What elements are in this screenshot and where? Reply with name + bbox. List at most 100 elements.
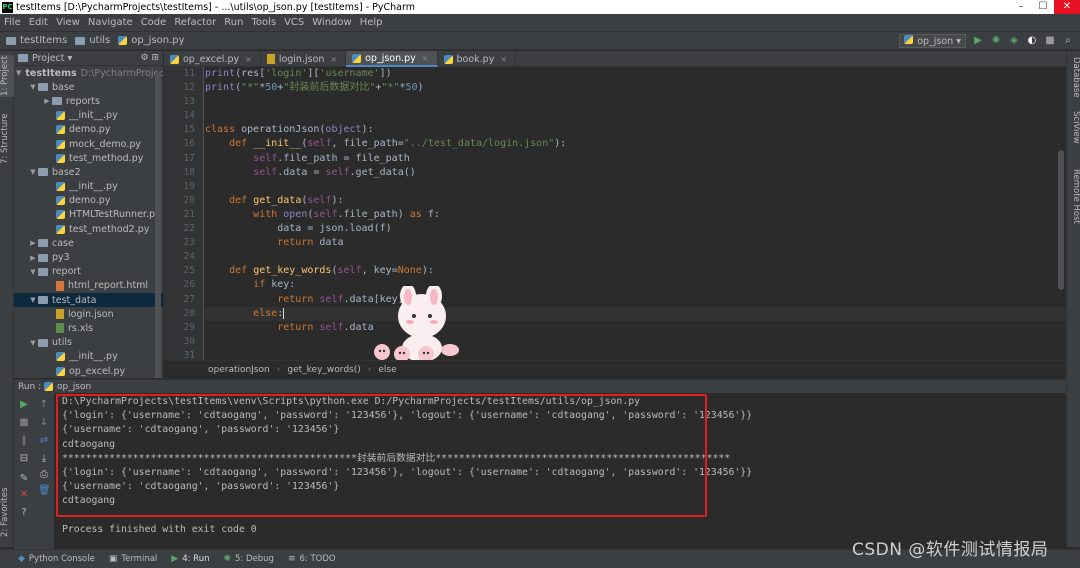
coverage-icon[interactable]: ◈ [1008,35,1020,47]
editor-tab[interactable]: book.py × [438,51,517,67]
scroll-to-end-icon[interactable]: ⤓ [38,453,50,465]
tree-item[interactable]: __init__.py [14,180,163,194]
tree-item[interactable]: login.json [14,307,163,321]
chevron-right-icon[interactable]: ▶ [28,254,38,262]
tab-favorites[interactable]: 2: Favorites [0,485,14,539]
close-icon[interactable]: ✕ [18,489,30,501]
tab-sciview[interactable]: SciView [1068,111,1080,159]
menu-file[interactable]: File [4,17,21,28]
tree-item[interactable]: op_excel.py [14,364,163,378]
tree-item[interactable]: ▼ report [14,265,163,279]
restore-layout-icon[interactable]: ⊟ [18,453,30,465]
terminal-tab[interactable]: ▣ Terminal [109,554,157,564]
close-tab-icon[interactable]: × [422,54,429,63]
debug-tab[interactable]: ✺ 5: Debug [223,554,273,564]
tab-database[interactable]: Database [1068,57,1080,103]
close-tab-icon[interactable]: × [500,55,507,64]
breadcrumb-block[interactable]: else [378,365,396,375]
tree-item[interactable]: ▼ utils [14,336,163,350]
editor-tab[interactable]: op_excel.py × [164,51,261,67]
tree-item[interactable]: ▼ test_data [14,293,163,308]
python-file-icon [56,111,65,121]
breadcrumb-method[interactable]: get_key_words() [287,365,360,375]
menu-view[interactable]: View [56,17,80,28]
run-config-select[interactable]: op_json ▾ [899,34,966,48]
chevron-right-icon[interactable]: ▶ [42,97,52,105]
code-editor[interactable]: print(res['login']['username']) print("*"… [205,67,1066,360]
maximize-button[interactable]: ☐ [1032,0,1054,14]
tree-item[interactable]: ▼ base [14,80,163,94]
search-icon[interactable]: ⌕ [1062,35,1074,47]
chevron-down-icon: ▼ [16,69,22,78]
python-console-tab[interactable]: ◆ Python Console [18,554,95,564]
menu-vcs[interactable]: VCS [284,17,304,28]
chevron-down-icon[interactable]: ▼ [28,168,38,176]
menu-refactor[interactable]: Refactor [174,17,216,28]
menu-code[interactable]: Code [141,17,167,28]
menu-edit[interactable]: Edit [29,17,48,28]
close-button[interactable]: ✕ [1054,0,1080,14]
chevron-down-icon[interactable]: ▼ [28,339,38,347]
menu-window[interactable]: Window [312,17,351,28]
editor-tab[interactable]: op_json.py × [346,51,438,67]
menu-navigate[interactable]: Navigate [88,17,133,28]
tree-item[interactable]: ▶ py3 [14,250,163,264]
tab-project[interactable]: 1: Project [0,55,14,97]
breadcrumb-file[interactable]: op_json.py [118,35,185,46]
breadcrumb-class[interactable]: operationJson [208,365,270,375]
debug-icon[interactable]: ✺ [990,35,1002,47]
tree-item[interactable]: __init__.py [14,109,163,123]
rabbit-sticker-image [374,286,459,362]
run-tab[interactable]: op_json [57,382,91,392]
pause-icon[interactable]: ‖ [18,435,30,447]
chevron-right-icon[interactable]: ▶ [28,239,38,247]
chevron-down-icon[interactable]: ▼ [28,296,38,304]
rerun-icon[interactable]: ▶ [18,399,30,411]
close-tab-icon[interactable]: × [245,55,252,64]
tree-item[interactable]: mock_demo.py [14,137,163,151]
editor-tab[interactable]: login.json × [261,51,347,67]
close-tab-icon[interactable]: × [330,55,337,64]
tree-item[interactable]: ▶ reports [14,94,163,108]
profile-icon[interactable]: ◐ [1026,35,1038,47]
run-console[interactable]: D:\PycharmProjects\testItems\venv\Script… [54,393,1066,549]
tree-item[interactable]: HTMLTestRunner.py [14,208,163,222]
help-icon[interactable]: ? [18,507,30,519]
down-arrow-icon[interactable]: ↓ [38,417,50,429]
minimize-button[interactable]: – [1010,0,1032,14]
stop-icon[interactable]: ■ [1044,35,1056,47]
soft-wrap-icon[interactable]: ⇌ [38,435,50,447]
folder-icon [38,168,48,177]
tab-remote-host[interactable]: Remote Host [1068,169,1080,231]
run-icon[interactable]: ▶ [972,35,984,47]
menu-tools[interactable]: Tools [251,17,276,28]
tree-item[interactable]: test_method2.py [14,222,163,236]
tree-item[interactable]: html_report.html [14,279,163,293]
trash-icon[interactable]: 🗑 [38,485,51,497]
chevron-down-icon[interactable]: ▼ [28,83,38,91]
tree-item[interactable]: test_method.py [14,151,163,165]
gear-icon[interactable]: ⚙ ⊞ [141,53,159,63]
chevron-down-icon[interactable]: ▼ [28,268,38,276]
pin-icon[interactable]: ✎ [18,473,30,485]
breadcrumb-project[interactable]: testItems [6,35,67,46]
project-scrollbar[interactable] [155,71,161,378]
run-tool-tab[interactable]: ▶ 4: Run [171,554,209,564]
breadcrumb-utils[interactable]: utils [75,35,110,46]
tree-item[interactable]: ▼ base2 [14,165,163,179]
project-view-select[interactable]: Project [32,53,65,64]
tree-item[interactable]: rs.xls [14,321,163,335]
menu-help[interactable]: Help [360,17,383,28]
up-arrow-icon[interactable]: ↑ [38,399,50,411]
stop-icon[interactable]: ■ [18,417,30,429]
menu-run[interactable]: Run [224,17,243,28]
todo-tab[interactable]: ≡ 6: TODO [288,554,336,564]
tree-item[interactable]: demo.py [14,194,163,208]
tree-item[interactable]: demo.py [14,123,163,137]
tree-root[interactable]: ▼ testItems D:\PycharmProjects [14,66,163,80]
tree-item[interactable]: ▶ case [14,236,163,250]
tab-structure[interactable]: 7: Structure [0,111,14,167]
editor-scrollbar[interactable] [1058,150,1064,290]
tree-item[interactable]: __init__.py [14,350,163,364]
print-icon[interactable]: ⎙ [38,469,50,481]
